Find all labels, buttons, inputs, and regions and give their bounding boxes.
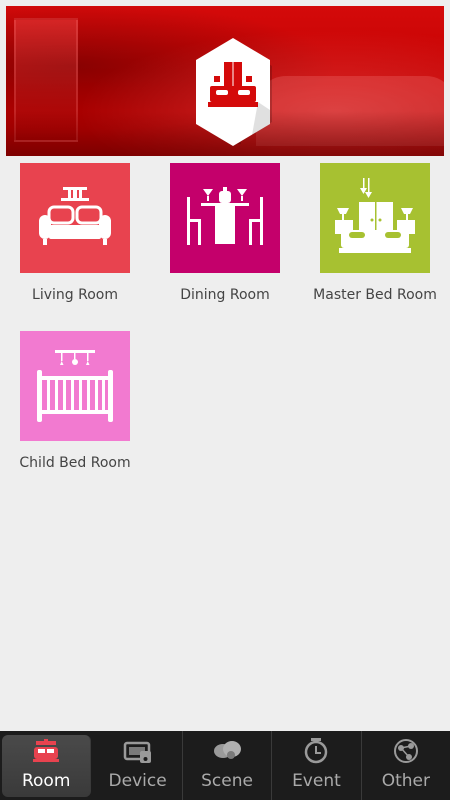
child-bed-room-tile-image[interactable] [20,331,130,441]
bottom-nav: Room Device Scene Event Other [0,731,450,800]
scene-icon [214,741,242,759]
room-tile-dining-room[interactable]: Dining Room [150,163,300,303]
nav-label: Room [21,771,71,791]
room-label: Child Bed Room [19,455,131,471]
device-icon [123,741,151,763]
alarm-clock-icon [305,738,328,764]
dining-room-tile-image[interactable] [170,163,280,273]
nav-label: Scene [201,771,253,791]
crib-icon [37,350,113,422]
bedroom-hexagon-icon [196,38,272,146]
room-icon [33,739,60,762]
nav-tab-room[interactable]: Room [2,735,92,797]
nav-tab-scene[interactable]: Scene [183,731,273,800]
room-tile-master-bed-room[interactable]: Master Bed Room [300,163,450,303]
nav-tab-other[interactable]: Other [362,731,450,800]
room-label: Dining Room [180,287,270,303]
nav-tab-event[interactable]: Event [272,731,362,800]
master-bed-room-tile-image[interactable] [320,163,430,273]
bed-icon [335,178,415,253]
nav-tab-device[interactable]: Device [93,731,183,800]
living-room-tile-image[interactable] [20,163,130,273]
header-banner [6,6,444,156]
room-tile-child-bed-room[interactable]: Child Bed Room [0,331,150,471]
nav-label: Device [108,771,167,791]
sofa-icon [39,187,111,245]
room-label: Master Bed Room [313,287,437,303]
room-label: Living Room [32,287,118,303]
dining-table-icon [187,187,263,245]
nav-label: Event [292,771,341,791]
room-tile-living-room[interactable]: Living Room [0,163,150,303]
share-icon [393,739,418,763]
nav-label: Other [381,771,430,791]
